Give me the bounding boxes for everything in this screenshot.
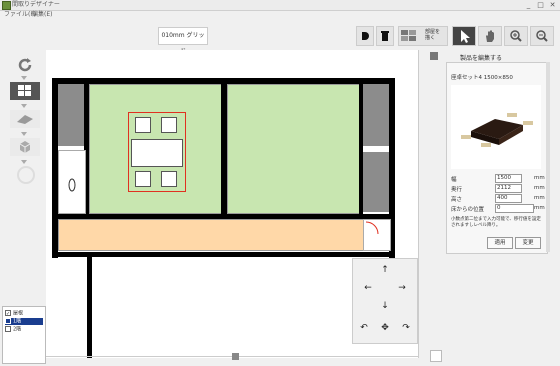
draw-room-button[interactable]: 部屋を 描く [398,26,448,46]
title-bar: 間取りデザイナー _ □ ✕ [0,0,560,11]
maximize-button[interactable]: □ [536,0,545,10]
navigation-pad: ↑ ← → ↓ ↶ ✥ ↷ [352,258,418,344]
width-label: 幅 [451,177,457,183]
rotate-right-button[interactable]: ↷ [401,323,411,333]
horizontal-scrollbar[interactable] [46,353,418,360]
chevron-down-icon [21,160,27,164]
rotate-left-button[interactable]: ↶ [359,323,369,333]
trash-icon [381,31,389,41]
window-title: 間取りデザイナー [12,1,60,8]
depth-input[interactable]: 2112 [495,184,522,193]
layer-floor-1[interactable]: 1階 [5,318,43,325]
layer-label: 2階 [13,326,22,333]
chevron-down-icon [21,104,27,108]
closet[interactable] [363,84,389,146]
refresh-icon [18,58,32,72]
zoom-in-icon [510,30,522,42]
apply-button[interactable]: 適用 [487,237,513,249]
floorplan-icon [18,85,31,96]
cushion [135,171,151,187]
floor-offset-label: 床からの位置 [451,207,485,213]
select-tool-button[interactable] [452,26,476,46]
checkbox-icon[interactable]: ✓ [5,310,11,317]
change-button[interactable]: 変更 [515,237,541,249]
product-title: 座卓セット4 1500×850 [451,75,513,81]
3d-view-button[interactable] [10,138,40,156]
table-3d-icon [461,113,533,147]
floorplan-tool-button[interactable] [10,82,40,100]
zoom-in-button[interactable] [504,26,528,46]
width-unit: mm [534,175,545,181]
layer-roof[interactable]: ✓ 屋根 [5,310,23,317]
menu-edit[interactable]: 編集(E) [32,10,52,19]
toilet-room[interactable] [58,150,86,214]
center-button[interactable]: ✥ [380,323,390,333]
zoom-out-button[interactable] [530,26,554,46]
floor-offset-unit: mm [534,205,545,211]
input-note: 小数点第二位まで入力可能で、移行値を設定されますしレベル降り。 [451,217,541,228]
pan-tool-button[interactable] [478,26,502,46]
pan-up-button[interactable]: ↑ [380,265,390,275]
pan-down-button[interactable]: ↓ [380,301,390,311]
height-input[interactable]: 400 [495,194,522,203]
depth-unit: mm [534,185,545,191]
layer-floor-2[interactable]: 2階 [5,326,21,333]
width-input[interactable]: 1500 [495,174,522,183]
room-grid-icon [401,30,416,41]
zataku-table-set[interactable] [128,112,186,192]
delete-tool-button[interactable] [376,26,394,46]
grid-size-button[interactable]: 010mm グリッド [158,27,208,55]
rotate-view-button[interactable] [12,56,38,74]
table-top [131,139,183,167]
layer-label: 屋根 [13,310,24,317]
door-icon [362,32,369,40]
cushion [161,117,177,133]
roof-tool-button[interactable] [10,110,40,128]
toilet-icon [68,178,76,192]
panel-scrollbar[interactable] [546,62,550,252]
pan-right-button[interactable]: → [397,283,407,293]
closet[interactable] [363,152,389,212]
panel-toggle-icon[interactable] [430,52,438,60]
floor-offset-input[interactable]: 0 [495,204,534,213]
height-unit: mm [534,195,545,201]
entrance[interactable] [363,219,391,251]
scroll-thumb[interactable] [232,353,239,360]
wall [52,252,395,257]
door-swing-icon [365,221,379,235]
checkbox-icon[interactable] [5,326,11,332]
product-panel: 座卓セット4 1500×850 幅 1500 mm 奥行 2112 mm 高さ … [446,62,548,254]
close-button[interactable]: ✕ [548,0,557,10]
height-label: 高さ [451,197,463,203]
layer-label: 1階 [13,318,22,325]
chevron-down-icon [21,76,27,80]
panel-header: 製品を編集する [460,55,503,62]
closet[interactable] [58,84,84,146]
minimize-button[interactable]: _ [524,0,533,10]
app-icon [2,1,11,10]
zoom-out-icon [536,30,548,42]
draw-room-label: 部屋を 描く [425,29,441,41]
pan-left-button[interactable]: ← [363,283,373,293]
walkthrough-icon[interactable] [17,166,35,184]
hand-icon [486,30,494,42]
cursor-icon [461,30,470,43]
cushion [161,171,177,187]
tatami-room-right[interactable] [227,84,361,214]
cushion [135,117,151,133]
wall [87,257,92,358]
layer-list: ✓ 屋根 1階 2階 [2,306,46,364]
roof-icon [17,115,33,124]
cube-icon [19,141,31,153]
chevron-down-icon [21,132,27,136]
corner-box [430,350,442,362]
checkbox-icon[interactable] [5,318,11,324]
product-preview [451,85,541,169]
door-tool-button[interactable] [356,26,374,46]
depth-label: 奥行 [451,187,463,193]
corridor[interactable] [58,219,365,251]
